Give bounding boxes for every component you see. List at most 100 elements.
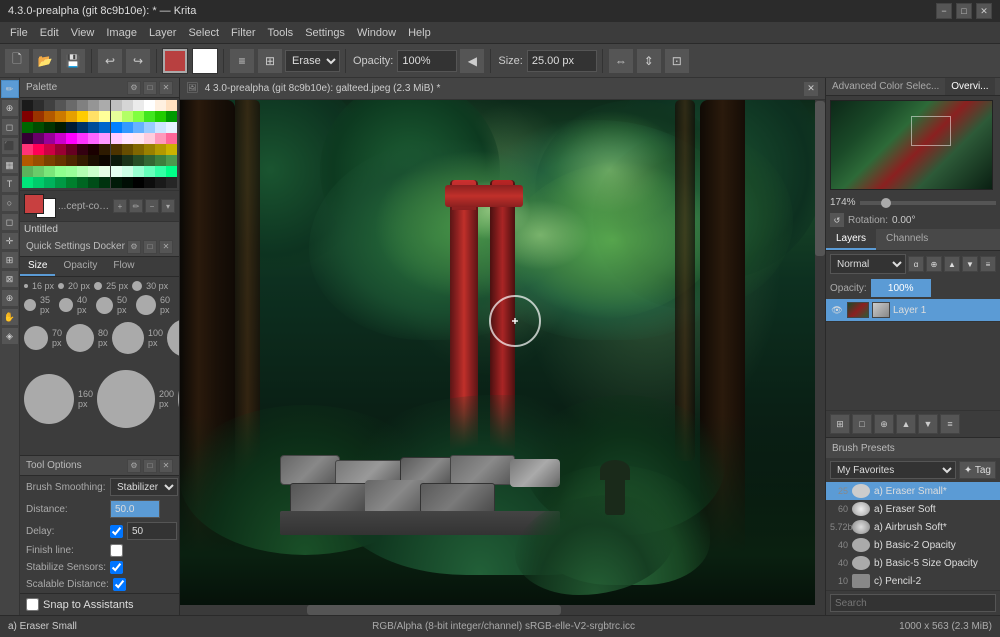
brush-120px[interactable] [167, 319, 179, 357]
palette-color-47[interactable] [77, 133, 88, 144]
stabilize-check[interactable] [110, 561, 123, 574]
finish-line-check[interactable] [110, 544, 123, 557]
palette-color-96[interactable] [155, 166, 166, 177]
presets-filter-combo[interactable]: My Favorites [830, 461, 956, 479]
palette-color-75[interactable] [77, 155, 88, 166]
palette-color-13[interactable] [166, 100, 177, 111]
palette-color-79[interactable] [122, 155, 133, 166]
palette-color-106[interactable] [111, 177, 122, 188]
palette-color-45[interactable] [55, 133, 66, 144]
palette-color-77[interactable] [99, 155, 110, 166]
palette-color-86[interactable] [44, 166, 55, 177]
rotation-reset-btn[interactable]: ↺ [830, 213, 844, 227]
palette-color-5[interactable] [77, 100, 88, 111]
copy-layers-btn[interactable]: ⊞ [830, 414, 850, 434]
palette-color-63[interactable] [99, 144, 110, 155]
palette-color-48[interactable] [88, 133, 99, 144]
menu-item-help[interactable]: Help [402, 25, 437, 41]
palette-color-27[interactable] [166, 111, 177, 122]
layer-opacity-input[interactable] [871, 279, 931, 297]
palette-color-65[interactable] [122, 144, 133, 155]
palette-color-107[interactable] [122, 177, 133, 188]
palette-color-8[interactable] [111, 100, 122, 111]
palette-color-82[interactable] [155, 155, 166, 166]
palette-color-49[interactable] [99, 133, 110, 144]
delay-input[interactable] [127, 522, 177, 540]
palette-color-97[interactable] [166, 166, 177, 177]
tool-brush[interactable]: ⊕ [1, 99, 19, 117]
palette-color-76[interactable] [88, 155, 99, 166]
brush-100px[interactable] [112, 322, 144, 354]
tool-paint[interactable]: ✏ [1, 80, 19, 98]
palette-color-53[interactable] [144, 133, 155, 144]
palette-color-66[interactable] [133, 144, 144, 155]
alpha-lock-btn[interactable]: α [908, 256, 924, 272]
tab-flow[interactable]: Flow [105, 257, 142, 276]
layer-down-btn[interactable]: ▼ [962, 256, 978, 272]
palette-color-51[interactable] [122, 133, 133, 144]
palette-color-15[interactable] [33, 111, 44, 122]
palette-color-29[interactable] [33, 122, 44, 133]
brush-30px[interactable] [132, 281, 142, 291]
palette-color-55[interactable] [166, 133, 177, 144]
menu-item-edit[interactable]: Edit [34, 25, 65, 41]
tool-options-config[interactable]: ⚙ [127, 459, 141, 473]
palette-color-17[interactable] [55, 111, 66, 122]
preset-item-eraser-soft[interactable]: 60 a) Eraser Soft [826, 500, 1000, 518]
palette-color-9[interactable] [122, 100, 133, 111]
palette-color-69[interactable] [166, 144, 177, 155]
brush-view-list[interactable]: ≡ [229, 48, 255, 74]
brush-35px[interactable] [24, 299, 36, 311]
palette-color-68[interactable] [155, 144, 166, 155]
palette-color-16[interactable] [44, 111, 55, 122]
palette-color-59[interactable] [55, 144, 66, 155]
palette-color-91[interactable] [99, 166, 110, 177]
palette-color-83[interactable] [166, 155, 177, 166]
add-layer-btn[interactable]: □ [852, 414, 872, 434]
preset-item-eraser-small[interactable]: 25 a) Eraser Small* [826, 482, 1000, 500]
palette-color-95[interactable] [144, 166, 155, 177]
palette-color-99[interactable] [33, 177, 44, 188]
quick-config-btn[interactable]: ⚙ [127, 240, 141, 254]
snap-check[interactable] [26, 598, 39, 611]
palette-color-11[interactable] [144, 100, 155, 111]
zoom-slider[interactable] [860, 201, 996, 205]
palette-color-108[interactable] [133, 177, 144, 188]
palette-color-84[interactable] [22, 166, 33, 177]
palette-color-40[interactable] [155, 122, 166, 133]
smoothing-combo[interactable]: Stabilizer [110, 478, 178, 496]
palette-float-btn[interactable]: □ [143, 81, 157, 95]
palette-color-81[interactable] [144, 155, 155, 166]
palette-color-42[interactable] [22, 133, 33, 144]
palette-color-7[interactable] [99, 100, 110, 111]
quick-float-btn[interactable]: □ [143, 240, 157, 254]
palette-down-btn[interactable]: ▾ [161, 199, 175, 213]
tag-button[interactable]: ✦ Tag [959, 461, 996, 479]
distance-input[interactable] [110, 500, 160, 518]
palette-color-60[interactable] [66, 144, 77, 155]
palette-config-btn[interactable]: ⚙ [127, 81, 141, 95]
palette-color-1[interactable] [33, 100, 44, 111]
palette-color-90[interactable] [88, 166, 99, 177]
redo-button[interactable]: ↪ [125, 48, 151, 74]
tab-layers[interactable]: Layers [826, 229, 876, 250]
layer-vis-btn[interactable]: 👁 [830, 303, 844, 317]
tool-crop[interactable]: ⊠ [1, 270, 19, 288]
palette-color-87[interactable] [55, 166, 66, 177]
palette-color-20[interactable] [88, 111, 99, 122]
palette-color-37[interactable] [122, 122, 133, 133]
search-input[interactable] [830, 594, 996, 612]
preset-item-basic-opacity[interactable]: 40 b) Basic-2 Opacity [826, 536, 1000, 554]
palette-color-72[interactable] [44, 155, 55, 166]
brush-200px[interactable] [97, 370, 155, 428]
palette-color-52[interactable] [133, 133, 144, 144]
palette-color-71[interactable] [33, 155, 44, 166]
palette-color-80[interactable] [133, 155, 144, 166]
palette-color-62[interactable] [88, 144, 99, 155]
palette-close-btn[interactable]: ✕ [159, 81, 173, 95]
brush-40px[interactable] [59, 298, 73, 312]
open-button[interactable]: 📂 [32, 48, 58, 74]
brush-70px[interactable] [24, 326, 48, 350]
brush-preset-combo[interactable]: Erase [285, 50, 340, 72]
palette-remove-btn[interactable]: − [145, 199, 159, 213]
